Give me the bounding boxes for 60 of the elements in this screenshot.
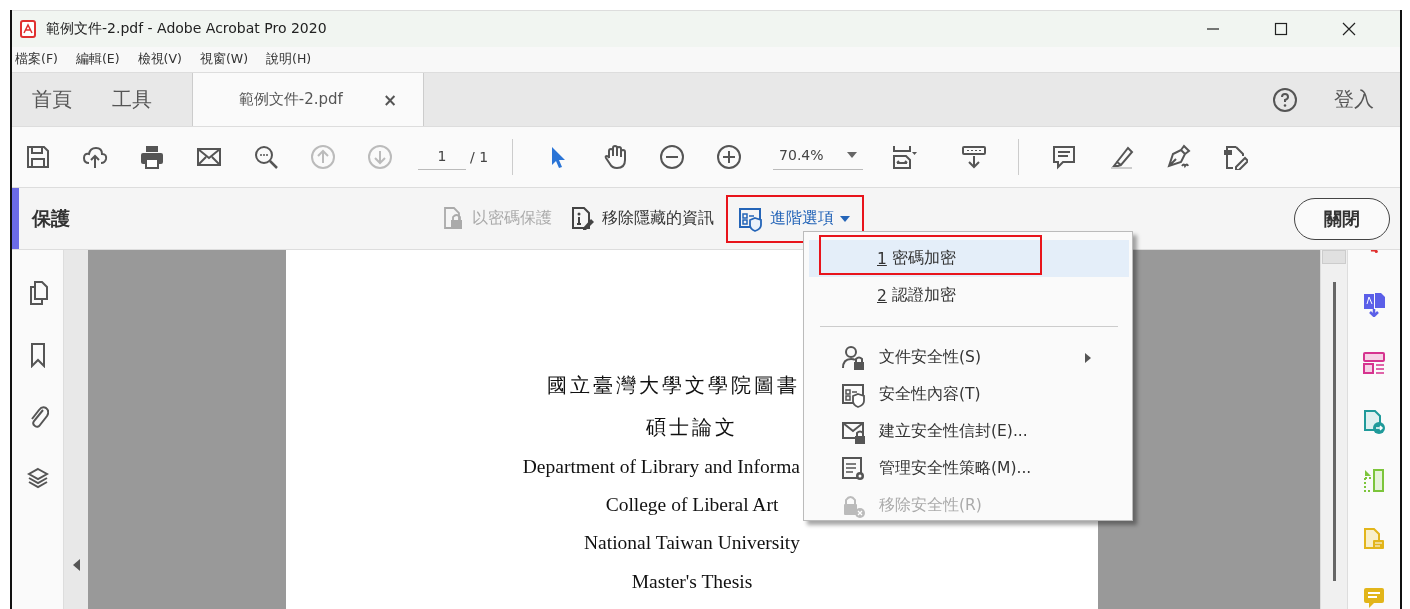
document-text: 國立臺灣大學文學院圖書 [547, 372, 800, 399]
document-text: Master's Thesis [631, 570, 753, 593]
document-text: National Taiwan University [584, 532, 800, 555]
cloud-upload-icon[interactable] [82, 144, 108, 170]
caret-icon [840, 215, 850, 222]
document-text: College of Liberal Art [605, 494, 779, 517]
scrollbar[interactable] [1320, 250, 1347, 609]
collapse-arrow-icon[interactable] [72, 559, 80, 571]
section-title: 保護 [32, 205, 70, 231]
page-count: / 1 [470, 149, 489, 165]
scroll-thumb[interactable] [1332, 282, 1336, 581]
close-button[interactable]: 關閉 [1294, 197, 1390, 240]
document-edit-icon[interactable] [1222, 144, 1249, 170]
tab[interactable]: 範例文件-2.pdf × [192, 73, 424, 126]
search-icon[interactable] [253, 144, 279, 170]
tool-button[interactable]: 移除隱藏的資訊 [564, 194, 720, 243]
submenu-arrow-icon [1085, 353, 1091, 363]
user-lock-icon [841, 344, 867, 371]
help-icon[interactable] [1272, 86, 1298, 113]
highlighter-icon[interactable] [1108, 144, 1135, 170]
menu-item[interactable]: 管理安全性策略(M)... [809, 450, 1129, 487]
page-number-field[interactable]: 1 [418, 144, 466, 170]
tab[interactable]: 工具 [92, 73, 172, 126]
layout-icon[interactable] [1362, 350, 1386, 376]
save-icon[interactable] [25, 144, 51, 170]
menu-item[interactable]: 編輯(E) [75, 51, 120, 68]
document-convert-icon[interactable] [1362, 409, 1386, 435]
close-icon[interactable] [1342, 22, 1356, 36]
menu-item[interactable]: 說明(H) [266, 51, 312, 68]
export-pdf-icon[interactable] [1362, 291, 1386, 317]
security-shield-icon [841, 381, 867, 408]
scroll-mode-icon[interactable] [961, 144, 988, 170]
accent-bar [12, 188, 19, 249]
fit-page-icon[interactable] [891, 144, 918, 170]
pdf-icon [20, 20, 36, 38]
document-text: Department of Library and Informa [522, 455, 800, 478]
menu-item[interactable]: 文件安全性(S) [809, 339, 1129, 376]
security-shield-icon [738, 205, 764, 232]
menu-item[interactable]: 檔案(F) [15, 51, 58, 68]
caret-icon [847, 152, 858, 158]
comment-icon[interactable] [1051, 144, 1078, 170]
zoom-dropdown[interactable]: 70.4% [773, 144, 864, 170]
menu-item[interactable]: 安全性內容(T) [809, 376, 1129, 413]
tab[interactable]: 首頁 [12, 73, 92, 126]
document-text: 碩士論文 [646, 414, 738, 441]
print-icon[interactable] [139, 144, 165, 170]
close-tab-button[interactable]: × [382, 89, 398, 110]
zoom-out-icon[interactable] [659, 144, 686, 170]
window-title: 範例文件-2.pdf - Adobe Acrobat Pro 2020 [46, 20, 327, 38]
menu-item[interactable]: 建立安全性信封(E)... [809, 413, 1129, 450]
menu-item[interactable]: 檢視(V) [137, 51, 182, 68]
document-gear-icon [841, 455, 867, 482]
pen-nib-icon[interactable] [1165, 144, 1192, 170]
menu-item[interactable]: 2 認證加密 [809, 277, 1129, 314]
hand-icon[interactable] [602, 144, 629, 170]
maximize-icon[interactable] [1274, 22, 1288, 36]
zoom-in-icon[interactable] [716, 144, 743, 170]
sign-in-link[interactable]: 登入 [1334, 86, 1374, 113]
menu-item[interactable]: 視窗(W) [199, 51, 249, 68]
info-document-icon [570, 205, 596, 232]
